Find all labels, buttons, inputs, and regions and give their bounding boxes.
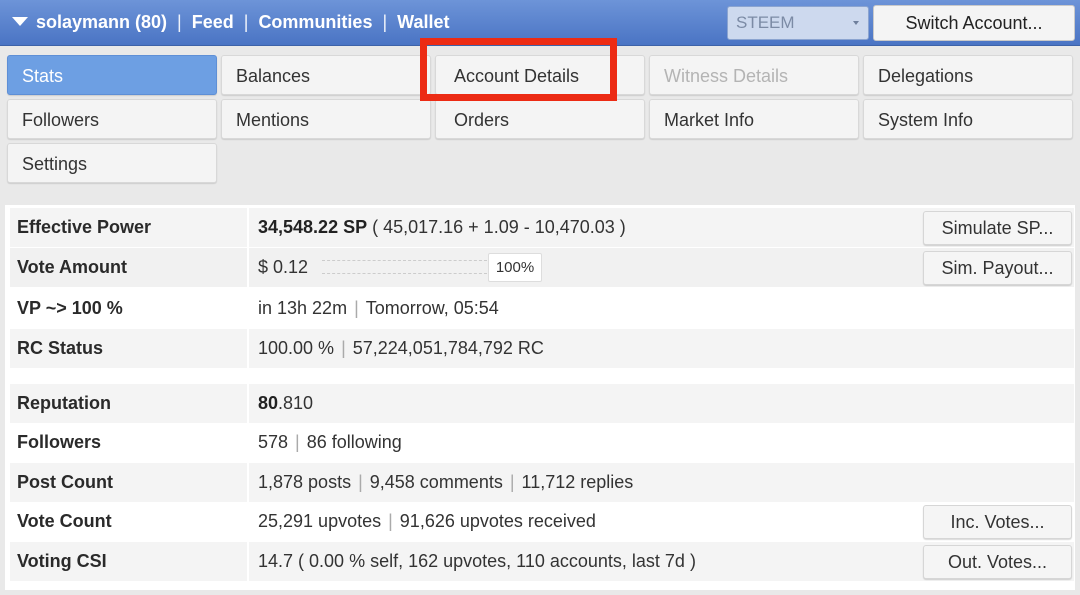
row-label: Vote Amount — [17, 248, 249, 287]
comments-count: 9,458 comments — [369, 472, 503, 492]
vp-value: in 13h 22m | Tomorrow, 05:54 — [258, 289, 499, 328]
followers-value: 578 | 86 following — [258, 423, 402, 462]
separator: | — [388, 511, 393, 531]
effective-power-total: 34,548.22 SP — [258, 217, 368, 237]
row-label: VP ~> 100 % — [17, 289, 249, 328]
row-label: Voting CSI — [17, 542, 249, 581]
table-row-vote-amount: Vote Amount $ 0.12 100% Sim. Payout... — [10, 248, 1074, 287]
posts-count: 1,878 posts — [258, 472, 352, 492]
vote-amount-value: $ 0.12 — [258, 257, 309, 277]
tab-market-info[interactable]: Market Info — [649, 99, 859, 139]
chain-select-value: STEEM — [736, 13, 795, 32]
tab-account-details[interactable]: Account Details — [435, 55, 645, 95]
tab-settings[interactable]: Settings — [7, 143, 217, 183]
vp-time: in 13h 22m — [258, 298, 348, 318]
sim-payout-button[interactable]: Sim. Payout... — [923, 251, 1072, 285]
row-label: Post Count — [17, 463, 249, 502]
upvotes-count: 25,291 upvotes — [258, 511, 382, 531]
vp-eta: Tomorrow, 05:54 — [365, 298, 499, 318]
table-row-voting-csi: Voting CSI 14.7 ( 0.00 % self, 162 upvot… — [10, 542, 1074, 581]
tab-delegations[interactable]: Delegations — [863, 55, 1073, 95]
row-label: Followers — [17, 423, 249, 462]
tab-orders[interactable]: Orders — [435, 99, 645, 139]
separator: | — [295, 432, 300, 452]
vote-weight-slider[interactable] — [322, 260, 487, 274]
chain-select[interactable]: STEEM — [727, 6, 869, 40]
account-link[interactable]: solaymann (80) — [36, 12, 167, 32]
vote-weight-percent[interactable]: 100% — [488, 253, 542, 282]
separator: | — [509, 472, 515, 492]
following-count: 86 following — [306, 432, 402, 452]
simulate-sp-button[interactable]: Simulate SP... — [923, 211, 1072, 245]
row-label: Reputation — [17, 384, 249, 423]
reputation-value: 80.810 — [258, 384, 313, 423]
effective-power-breakdown: ( 45,017.16 + 1.09 - 10,470.03 ) — [367, 217, 626, 237]
table-row-post-count: Post Count 1,878 posts | 9,458 comments | 11… — [10, 463, 1074, 502]
wallet-link[interactable]: Wallet — [397, 12, 449, 32]
table-row-vote-count: Vote Count 25,291 upvotes | 91,626 upvotes… — [10, 502, 1074, 541]
rc-percent: 100.00 % — [258, 338, 335, 358]
nav-separator: | — [382, 12, 388, 32]
communities-link[interactable]: Communities — [258, 12, 372, 32]
table-row-reputation: Reputation 80.810 — [10, 384, 1074, 423]
separator: | — [354, 298, 359, 318]
switch-account-button[interactable]: Switch Account... — [873, 5, 1075, 41]
out-votes-button[interactable]: Out. Votes... — [923, 545, 1072, 579]
rc-amount: 57,224,051,784,792 RC — [352, 338, 544, 358]
post-count-value: 1,878 posts | 9,458 comments | 11,712 replie… — [258, 463, 633, 502]
table-row-effective-power: Effective Power 34,548.22 SP ( 45,017.16… — [10, 208, 1074, 247]
table-row-vp: VP ~> 100 % in 13h 22m | Tomorrow, 05:54 — [10, 289, 1074, 328]
menu-caret-icon[interactable] — [12, 17, 28, 26]
dropdown-arrow-icon — [853, 21, 859, 25]
top-nav: solaymann (80) | Feed | Communities | Wallet — [12, 12, 449, 33]
top-bar: solaymann (80) | Feed | Communities | Wallet S… — [0, 0, 1080, 46]
tab-balances[interactable]: Balances — [221, 55, 431, 95]
followers-count: 578 — [258, 432, 289, 452]
reputation-dec: .810 — [278, 393, 314, 413]
tab-witness-details: Witness Details — [649, 55, 859, 95]
table-row-followers: Followers 578 | 86 following — [10, 423, 1074, 462]
effective-power-value: 34,548.22 SP ( 45,017.16 + 1.09 - 10,470… — [258, 208, 626, 247]
row-label: RC Status — [17, 329, 249, 368]
tab-grid: Stats Balances Account Details Witness D… — [4, 52, 1076, 189]
nav-separator: | — [243, 12, 249, 32]
vote-count-value: 25,291 upvotes | 91,626 upvotes received — [258, 502, 596, 541]
tab-system-info[interactable]: System Info — [863, 99, 1073, 139]
voting-csi-value: 14.7 ( 0.00 % self, 162 upvotes, 110 acc… — [258, 551, 696, 571]
nav-separator: | — [177, 12, 182, 32]
reputation-int: 80 — [258, 393, 279, 413]
upvotes-received: 91,626 upvotes received — [399, 511, 596, 531]
stats-panel: Effective Power 34,548.22 SP ( 45,017.16… — [5, 205, 1075, 590]
rc-value: 100.00 % | 57,224,051,784,792 RC — [258, 329, 544, 368]
table-row-rc-status: RC Status 100.00 % | 57,224,051,784,792 RC — [10, 329, 1074, 368]
tab-followers[interactable]: Followers — [7, 99, 217, 139]
separator: | — [358, 472, 363, 492]
row-label: Vote Count — [17, 502, 249, 541]
tab-mentions[interactable]: Mentions — [221, 99, 431, 139]
tab-stats[interactable]: Stats — [7, 55, 217, 95]
row-label: Effective Power — [17, 208, 249, 247]
inc-votes-button[interactable]: Inc. Votes... — [923, 505, 1072, 539]
separator: | — [341, 338, 346, 358]
feed-link[interactable]: Feed — [192, 12, 234, 32]
replies-count: 11,712 replies — [521, 472, 634, 492]
